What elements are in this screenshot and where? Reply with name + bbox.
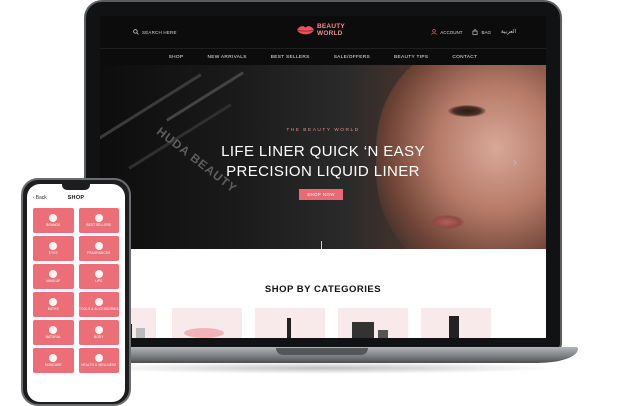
tile-label: MAKEUP xyxy=(46,278,61,283)
tile-label: EYES xyxy=(48,250,58,255)
site-header: SEARCH HERE BEAUTY WORLD ACCOUNT BAG الع… xyxy=(100,16,546,48)
product-image xyxy=(136,328,145,338)
category-card[interactable] xyxy=(338,308,408,338)
search-label: SEARCH HERE xyxy=(142,29,177,35)
account-label: ACCOUNT xyxy=(440,29,463,35)
nav-new-arrivals[interactable]: NEW ARRIVALS xyxy=(195,49,258,65)
next-slide-arrow-icon[interactable]: › xyxy=(513,155,517,169)
scroll-indicator xyxy=(321,241,322,249)
nav-best-sellers[interactable]: BEST SELLERS xyxy=(259,49,322,65)
tile-label: TOOLS & ACCESSORIES xyxy=(79,306,119,311)
category-tile-lips[interactable]: LIPS xyxy=(78,264,119,289)
category-tile-natural[interactable]: NATURAL xyxy=(33,320,74,345)
body-icon xyxy=(94,325,103,334)
makeup-icon xyxy=(49,269,58,278)
logo-line2: WORLD xyxy=(317,29,343,37)
hero-banner: HUDA BEAUTY THE BEAUTY WORLD LIFE LINER … xyxy=(100,65,546,249)
category-tile-baths[interactable]: BATHS xyxy=(33,292,74,317)
laptop-lid: SEARCH HERE BEAUTY WORLD ACCOUNT BAG الع… xyxy=(84,0,562,350)
category-card[interactable] xyxy=(172,308,242,338)
tile-label: LIPS xyxy=(95,278,103,283)
bag-link[interactable]: BAG xyxy=(472,29,491,35)
nav-contact[interactable]: CONTACT xyxy=(440,49,489,65)
category-tile-health[interactable]: HEALTH & WELLNESS xyxy=(78,348,119,373)
header-actions: ACCOUNT BAG العربية xyxy=(431,29,516,35)
lips-icon xyxy=(94,269,103,278)
laptop-hinge-notch xyxy=(276,348,368,355)
tile-label: HEALTH & WELLNESS xyxy=(81,362,117,367)
tile-label: BATHS xyxy=(47,306,59,311)
tile-label: BODY xyxy=(94,334,104,339)
mockup-stage: SEARCH HERE BEAUTY WORLD ACCOUNT BAG الع… xyxy=(0,0,623,406)
hero-title: LIFE LINER QUICK ‘N EASY PRECISION LIQUI… xyxy=(100,142,546,182)
lips-logo-icon xyxy=(296,26,315,35)
phone-notch xyxy=(62,184,90,190)
category-tile-body[interactable]: BODY xyxy=(78,320,119,345)
tile-label: SKINCARE xyxy=(44,362,62,367)
tile-label: FRAGRANCES xyxy=(87,250,111,255)
user-icon xyxy=(431,29,437,35)
main-nav: SHOP NEW ARRIVALS BEST SELLERS SALE/OFFE… xyxy=(100,48,546,65)
product-image xyxy=(378,330,388,338)
tile-label: BRANDS xyxy=(46,222,61,227)
nav-sale-offers[interactable]: SALE/OFFERS xyxy=(322,49,382,65)
model-eye-image xyxy=(448,105,486,117)
model-lips-image xyxy=(430,215,464,229)
category-tile-best-sellers[interactable]: BEST SELLERS xyxy=(78,208,119,233)
skincare-icon xyxy=(49,353,58,362)
shop-now-button[interactable]: SHOP NOW xyxy=(299,189,343,200)
category-cards xyxy=(100,308,546,338)
product-image xyxy=(184,328,224,338)
bath-icon xyxy=(49,297,58,306)
star-icon xyxy=(94,213,103,222)
laptop-shadow xyxy=(90,362,560,374)
leaf-icon xyxy=(49,325,58,334)
category-tile-fragrances[interactable]: FRAGRANCES xyxy=(78,236,119,261)
phone-header: ‹ Back SHOP xyxy=(27,193,125,207)
logo-text: BEAUTY WORLD xyxy=(317,23,345,37)
category-tile-brands[interactable]: BRANDS xyxy=(33,208,74,233)
product-image xyxy=(287,318,291,338)
account-link[interactable]: ACCOUNT xyxy=(431,29,462,35)
hero-title-line1: LIFE LINER QUICK ‘N EASY xyxy=(221,143,425,160)
category-tile-eyes[interactable]: EYES xyxy=(33,236,74,261)
category-grid: BRANDS BEST SELLERS EYES FRAGRANCES MAKE… xyxy=(33,208,119,373)
brand-logo[interactable]: BEAUTY WORLD xyxy=(296,23,345,37)
category-card[interactable] xyxy=(255,308,325,338)
category-tile-tools[interactable]: TOOLS & ACCESSORIES xyxy=(78,292,119,317)
nav-beauty-tips[interactable]: BEAUTY TIPS xyxy=(382,49,440,65)
laptop-screen: SEARCH HERE BEAUTY WORLD ACCOUNT BAG الع… xyxy=(100,16,546,338)
categories-title: SHOP BY CATEGORIES xyxy=(264,284,382,295)
category-card[interactable] xyxy=(421,308,491,338)
category-tile-makeup[interactable]: MAKEUP xyxy=(33,264,74,289)
brand-icon xyxy=(49,213,58,222)
wellness-icon xyxy=(94,353,103,362)
search-box[interactable]: SEARCH HERE xyxy=(133,29,177,35)
hero-kicker: THE BEAUTY WORLD xyxy=(286,128,360,133)
tile-label: BEST SELLERS xyxy=(86,222,112,227)
hero-title-line2: PRECISION LIQUID LINER xyxy=(226,163,420,180)
product-image xyxy=(352,322,374,338)
phone-frame: ‹ Back SHOP BRANDS BEST SELLERS EYES FRA… xyxy=(21,178,131,406)
bag-icon xyxy=(473,29,478,35)
product-image xyxy=(449,316,459,338)
nav-shop[interactable]: SHOP xyxy=(157,49,196,65)
phone-screen: ‹ Back SHOP BRANDS BEST SELLERS EYES FRA… xyxy=(27,184,125,402)
language-switch[interactable]: العربية xyxy=(501,29,516,35)
tools-icon xyxy=(94,297,103,306)
perfume-icon xyxy=(94,241,103,250)
bag-label: BAG xyxy=(481,29,491,35)
phone-page-title: SHOP xyxy=(67,195,85,201)
hero-brush-decoration xyxy=(166,71,244,122)
search-icon xyxy=(133,29,139,35)
eye-icon xyxy=(49,241,58,250)
tile-label: NATURAL xyxy=(45,334,61,339)
category-tile-skincare[interactable]: SKINCARE xyxy=(33,348,74,373)
